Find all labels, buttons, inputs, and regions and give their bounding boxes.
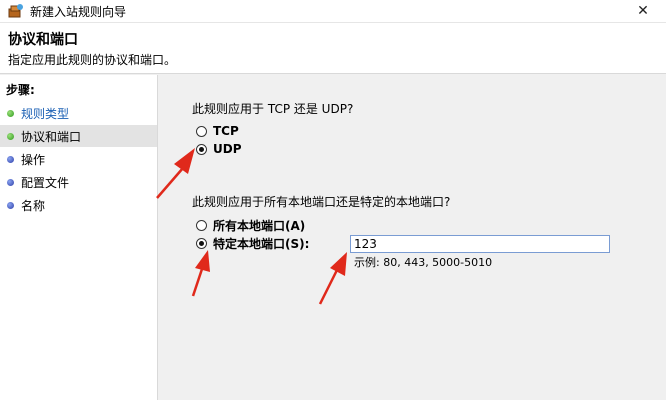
window-title: 新建入站规则向导 bbox=[30, 5, 127, 19]
step-rule-type[interactable]: 规则类型 bbox=[0, 102, 157, 124]
step-label: 协议和端口 bbox=[21, 129, 82, 144]
step-done-dot-icon bbox=[7, 132, 14, 140]
step-name[interactable]: 名称 bbox=[0, 194, 157, 216]
step-done-dot-icon bbox=[7, 109, 14, 117]
specific-ports-input[interactable] bbox=[350, 235, 610, 253]
specific-ports-label: 特定本地端口(S): bbox=[213, 237, 310, 251]
radio-button[interactable] bbox=[196, 220, 207, 231]
step-label: 规则类型 bbox=[21, 106, 70, 121]
radio-selected-dot bbox=[199, 241, 204, 246]
radio-button[interactable] bbox=[196, 238, 207, 249]
steps-panel: 步骤: 规则类型 协议和端口 操作 配置文件 名称 bbox=[0, 75, 158, 400]
page-header: 协议和端口 指定应用此规则的协议和端口。 bbox=[0, 23, 666, 74]
step-protocol-ports[interactable]: 协议和端口 bbox=[0, 125, 157, 147]
radio-selected-dot bbox=[199, 146, 204, 152]
ports-example-text: 示例: 80, 443, 5000-5010 bbox=[354, 256, 493, 269]
step-label: 名称 bbox=[21, 198, 46, 213]
udp-label: UDP bbox=[213, 142, 242, 156]
steps-title: 步骤: bbox=[6, 83, 35, 97]
tcp-radio-option[interactable]: TCP bbox=[196, 124, 239, 138]
radio-button[interactable] bbox=[196, 125, 207, 137]
tcp-label: TCP bbox=[213, 124, 239, 138]
step-action[interactable]: 操作 bbox=[0, 148, 157, 170]
ports-question: 此规则应用于所有本地端口还是特定的本地端口? bbox=[192, 195, 451, 209]
step-label: 操作 bbox=[21, 152, 46, 167]
step-todo-dot-icon bbox=[7, 155, 14, 163]
step-todo-dot-icon bbox=[7, 178, 14, 186]
close-icon: ✕ bbox=[637, 3, 649, 19]
udp-radio-option[interactable]: UDP bbox=[196, 142, 242, 156]
firewall-wizard-icon bbox=[8, 4, 23, 18]
specific-ports-radio-option[interactable]: 特定本地端口(S): bbox=[196, 235, 309, 252]
step-todo-dot-icon bbox=[7, 201, 14, 209]
all-ports-label: 所有本地端口(A) bbox=[213, 219, 306, 233]
main-content: 此规则应用于 TCP 还是 UDP? TCP UDP 此规则应用于所有本地端口还… bbox=[158, 75, 666, 400]
protocol-question: 此规则应用于 TCP 还是 UDP? bbox=[192, 102, 354, 116]
radio-button[interactable] bbox=[196, 143, 207, 155]
step-label: 配置文件 bbox=[21, 175, 70, 190]
close-button[interactable]: ✕ bbox=[620, 0, 666, 22]
page-title: 协议和端口 bbox=[8, 32, 78, 48]
step-profile[interactable]: 配置文件 bbox=[0, 171, 157, 193]
page-subtitle: 指定应用此规则的协议和端口。 bbox=[8, 53, 177, 67]
title-bar: 新建入站规则向导 ✕ bbox=[0, 0, 666, 23]
all-ports-radio-option[interactable]: 所有本地端口(A) bbox=[196, 217, 305, 234]
